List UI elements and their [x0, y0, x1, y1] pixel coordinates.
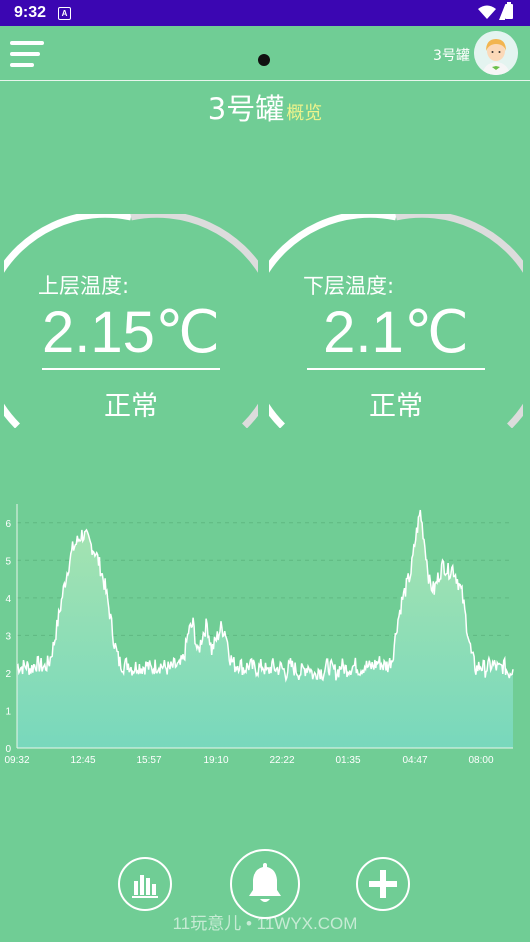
battery-icon	[505, 2, 513, 19]
x-tick-label: 22:22	[269, 755, 294, 766]
upper-temp-divider	[42, 368, 220, 370]
x-tick-label: 15:57	[136, 755, 161, 766]
notification-a-icon: A	[58, 7, 71, 20]
add-button[interactable]	[356, 857, 410, 911]
header-divider	[0, 80, 530, 81]
status-bar: 9:32 A	[0, 0, 530, 26]
y-tick-label: 0	[5, 744, 11, 755]
x-tick-label: 08:00	[468, 755, 493, 766]
x-tick-label: 19:10	[203, 755, 228, 766]
upper-temp-status: 正常	[104, 391, 158, 422]
lower-temp-value: 2.1℃	[323, 300, 469, 365]
x-tick-label: 01:35	[335, 755, 360, 766]
menu-icon[interactable]	[10, 40, 44, 70]
y-tick-label: 1	[5, 706, 11, 717]
lower-temp-status: 正常	[369, 391, 423, 422]
x-tick-label: 04:47	[402, 755, 427, 766]
watermark: 11玩意儿 • 11WYX.COM	[172, 914, 358, 933]
y-tick-label: 5	[5, 556, 11, 567]
bar-chart-icon	[132, 875, 158, 898]
plus-icon	[369, 870, 397, 898]
statistics-button[interactable]	[118, 857, 172, 911]
wifi-icon	[478, 5, 496, 19]
bell-icon	[249, 863, 281, 902]
upper-temp-value: 2.15℃	[41, 300, 221, 365]
lower-temperature-gauge: 下层温度: 2.1℃ 正常	[269, 214, 529, 474]
x-tick-label: 12:45	[70, 755, 95, 766]
y-tick-label: 6	[5, 519, 11, 530]
y-tick-label: 2	[5, 669, 11, 680]
avatar[interactable]	[474, 31, 518, 75]
temperature-chart[interactable]: 0 1 2 3 4 5 6 09:32 12:45 15:57 19:10 22:22 01:35 04:…	[0, 500, 530, 775]
user-avatar-icon	[474, 31, 518, 75]
upper-temperature-gauge: 上层温度: 2.15℃ 正常	[4, 214, 264, 474]
y-tick-label: 3	[5, 631, 11, 642]
page-title-main: 3号罐	[207, 92, 285, 126]
status-time: 9:32	[14, 4, 47, 21]
y-tick-label: 4	[5, 594, 11, 605]
page-title-suffix: 概览	[286, 103, 323, 124]
lower-temp-label: 下层温度:	[303, 274, 395, 298]
camera-cutout	[258, 54, 270, 66]
x-tick-label: 09:32	[4, 755, 29, 766]
tank-selector[interactable]: 3号罐	[433, 45, 470, 65]
upper-temp-label: 上层温度:	[38, 274, 130, 298]
lower-temp-divider	[307, 368, 485, 370]
page-title: 3号罐 概览	[0, 86, 530, 128]
